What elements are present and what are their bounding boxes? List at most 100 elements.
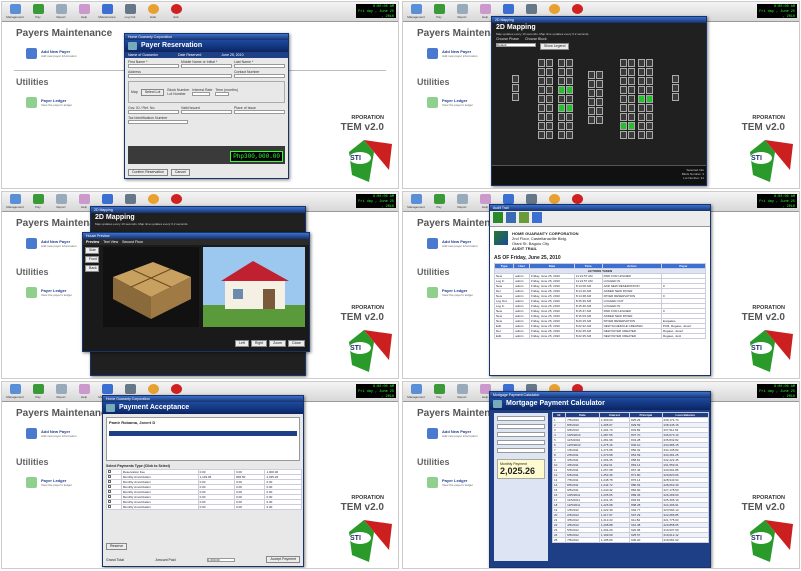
toolbar-pay[interactable]: Pay <box>27 382 49 402</box>
lot-cell[interactable] <box>558 77 565 85</box>
toolbar-logout[interactable]: Log Out <box>119 2 141 22</box>
accept-payment-button[interactable]: Accept Payment <box>266 556 300 563</box>
lot-cell[interactable] <box>646 131 653 139</box>
lot-cell[interactable] <box>538 86 545 94</box>
lot-cell[interactable] <box>546 68 553 76</box>
lot-cell[interactable] <box>588 89 595 97</box>
back-button[interactable]: Back <box>85 265 99 272</box>
confirm-button[interactable]: Confirm Reservation <box>128 169 168 176</box>
payer-ledger-link[interactable]: Payer Ledger View the payer's ledger <box>26 287 72 298</box>
lot-cell[interactable] <box>596 71 603 79</box>
payer-ledger-link[interactable]: Payer Ledger View the payer's ledger <box>26 477 72 488</box>
toolbar-pay[interactable]: Pay <box>428 2 450 22</box>
table-row[interactable]: Monthly Amortization 0.00 0.00 0.00 <box>106 499 302 505</box>
toolbar-management[interactable]: Management <box>4 192 26 212</box>
toolbar-exit[interactable]: Exit <box>165 2 187 22</box>
lot-cell[interactable] <box>628 131 635 139</box>
middle-name-field[interactable] <box>181 64 232 68</box>
lot-cell[interactable] <box>646 113 653 121</box>
zoom-button[interactable]: Zoom <box>269 340 287 347</box>
lot-cell[interactable] <box>596 80 603 88</box>
lot-cell[interactable] <box>620 59 627 67</box>
lot-cell[interactable] <box>646 122 653 130</box>
toolbar-management[interactable]: Management <box>4 382 26 402</box>
lot-cell[interactable] <box>672 84 679 92</box>
lot-cell[interactable] <box>620 122 627 130</box>
tab-preview[interactable]: Preview <box>86 240 99 244</box>
print-icon[interactable] <box>493 212 503 223</box>
lot-cell[interactable] <box>588 80 595 88</box>
left-button[interactable]: Left <box>235 340 249 347</box>
start-date-field[interactable] <box>497 440 545 445</box>
lot-cell[interactable] <box>638 77 645 85</box>
lot-cell[interactable] <box>620 131 627 139</box>
add-payer-link[interactable]: Add New Payer Add new payer information <box>427 48 478 59</box>
lot-cell[interactable] <box>538 77 545 85</box>
interval-field[interactable] <box>497 448 545 453</box>
lot-cell[interactable] <box>646 95 653 103</box>
row-checkbox[interactable] <box>106 504 122 510</box>
lot-cell[interactable] <box>672 93 679 101</box>
lot-cell[interactable] <box>538 95 545 103</box>
lot-cell[interactable] <box>628 77 635 85</box>
lot-cell[interactable] <box>620 68 627 76</box>
tab-second-floor[interactable]: Second Floor <box>122 240 143 244</box>
interest-field[interactable] <box>192 92 211 96</box>
lot-cell[interactable] <box>646 68 653 76</box>
lot-cell[interactable] <box>558 86 565 94</box>
first-name-field[interactable] <box>128 64 179 68</box>
rate-field[interactable] <box>497 424 545 429</box>
reserve-button[interactable]: Reserve <box>106 543 128 550</box>
lot-cell[interactable] <box>646 59 653 67</box>
toolbar-report[interactable]: Report <box>50 2 72 22</box>
lot-cell[interactable] <box>538 131 545 139</box>
export-icon[interactable] <box>506 212 516 223</box>
lot-cell[interactable] <box>566 131 573 139</box>
lot-cell[interactable] <box>566 113 573 121</box>
lot-cell[interactable] <box>628 104 635 112</box>
valid-issued-field[interactable] <box>181 110 232 114</box>
lot-cell[interactable] <box>588 98 595 106</box>
lot-cell[interactable] <box>566 104 573 112</box>
add-payer-link[interactable]: Add New Payer Add new payer information <box>427 238 478 249</box>
toolbar-pay[interactable]: Pay <box>428 382 450 402</box>
lot-cell[interactable] <box>546 104 553 112</box>
lot-cell[interactable] <box>588 107 595 115</box>
cancel-button[interactable]: Cancel <box>170 169 190 176</box>
lot-cell[interactable] <box>558 122 565 130</box>
toolbar-maintenance[interactable]: Maintenance <box>96 2 118 22</box>
lot-cell[interactable] <box>538 59 545 67</box>
lot-cell[interactable] <box>546 131 553 139</box>
lot-cell[interactable] <box>596 89 603 97</box>
payer-ledger-link[interactable]: Payer Ledger View the payer's ledger <box>427 287 473 298</box>
lot-cell[interactable] <box>558 104 565 112</box>
lot-cell[interactable] <box>596 107 603 115</box>
lot-cell[interactable] <box>638 104 645 112</box>
lot-cell[interactable] <box>628 95 635 103</box>
phase-select[interactable]: Default <box>496 43 536 47</box>
lot-cell[interactable] <box>558 113 565 121</box>
add-payer-link[interactable]: Add New Payer Add new payer information <box>26 428 77 439</box>
lot-cell[interactable] <box>546 77 553 85</box>
add-payer-link[interactable]: Add New Payer Add new payer information <box>427 428 478 439</box>
table-row[interactable]: Monthly Amortization 0.00 0.00 0.00 <box>106 504 302 510</box>
lot-cell[interactable] <box>620 113 627 121</box>
lot-cell[interactable] <box>512 93 519 101</box>
lot-cell[interactable] <box>638 68 645 76</box>
toolbar-report[interactable]: Report <box>451 192 473 212</box>
table-row[interactable]: Edit admin Friday, June 25, 2010 8:22:25 AM… <box>493 333 707 339</box>
lot-cell[interactable] <box>512 75 519 83</box>
loan-amount-field[interactable] <box>497 416 545 421</box>
lot-cell[interactable] <box>512 84 519 92</box>
lot-cell[interactable] <box>546 122 553 130</box>
lot-cell[interactable] <box>558 68 565 76</box>
save-icon[interactable] <box>532 212 542 223</box>
lot-cell[interactable] <box>546 59 553 67</box>
table-row[interactable]: Monthly Amortization 1,149.06 836.50 2,025.… <box>106 474 302 480</box>
add-payer-link[interactable]: Add New Payer Add new payer information <box>26 48 77 59</box>
select-lot-button[interactable]: Select Lot <box>140 88 165 96</box>
term-field[interactable] <box>215 92 230 96</box>
amount-field[interactable]: 1,000.00 <box>207 557 236 562</box>
toolbar-hide[interactable]: Hide <box>142 2 164 22</box>
lot-cell[interactable] <box>620 86 627 94</box>
